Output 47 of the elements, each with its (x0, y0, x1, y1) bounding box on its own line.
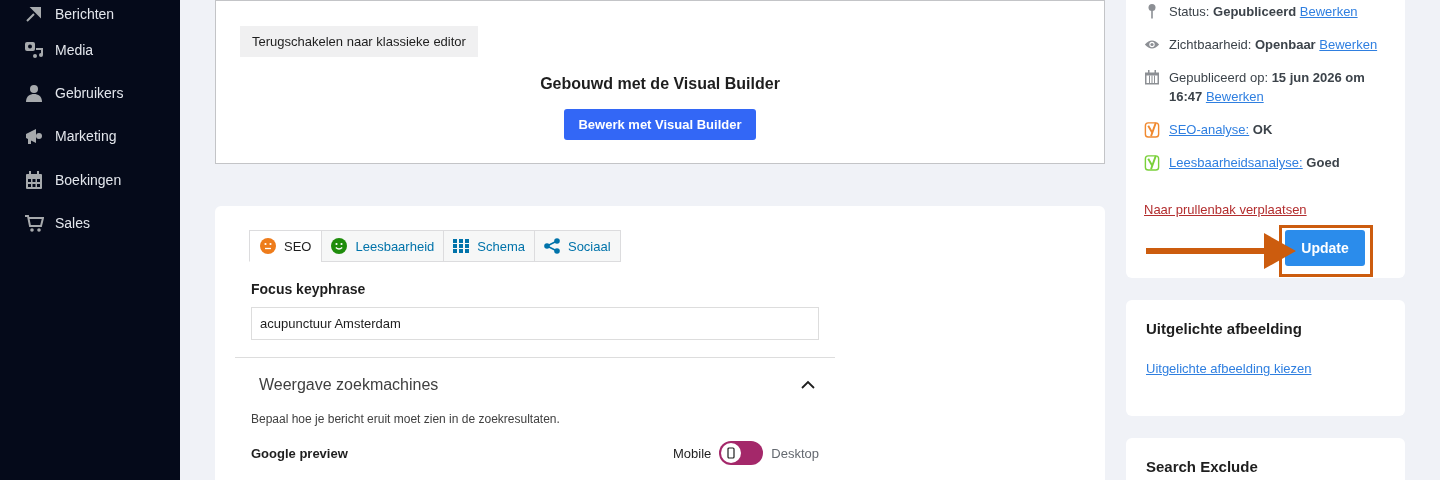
card-title: Uitgelichte afbeelding (1146, 320, 1303, 337)
analysis-link[interactable]: SEO-analyse: (1169, 122, 1250, 137)
phone-icon (727, 447, 736, 459)
edit-link[interactable]: Bewerken (1299, 4, 1358, 19)
analysis-link[interactable]: Leesbaarheidsanalyse: (1169, 155, 1303, 170)
sidebar-item[interactable]: Boekingen (0, 157, 180, 202)
tab[interactable]: SEO (249, 230, 323, 262)
menu-icon (24, 126, 44, 147)
menu-icon (24, 4, 44, 24)
mode-label: Desktop (771, 445, 819, 461)
menu-icon (24, 169, 44, 190)
edit-link[interactable]: Bewerken (1205, 89, 1264, 104)
trash-link[interactable]: Naar prullenbak verplaatsen (1144, 202, 1307, 217)
grid-icon (453, 238, 470, 254)
sidebar-item[interactable]: Marketing (0, 114, 180, 158)
mode-label: Mobile (673, 445, 712, 461)
edit-builder-button[interactable]: Bewerk met Visual Builder (564, 109, 756, 140)
section-description: Bepaal hoe je bericht eruit moet zien in de zoekresultaten. (251, 412, 561, 426)
tab[interactable]: Leesbaarheid (321, 230, 445, 262)
sidebar-item[interactable]: Media (0, 28, 180, 72)
preview-toggle[interactable] (719, 441, 764, 465)
menu-icon (24, 39, 44, 60)
calendar-icon (1144, 69, 1160, 86)
keyphrase-input[interactable]: acupunctuur Amsterdam (251, 307, 819, 340)
publish-info: Gepubliceerd op: 15 jun 2026 om 16:47 Bewerken (1169, 69, 1366, 106)
publish-info: Status: Gepubliceerd Bewerken (1169, 3, 1358, 21)
share-icon (543, 238, 560, 254)
publish-info: Zichtbaarheid: Openbaar Bewerken (1169, 36, 1378, 54)
menu-icon (24, 212, 44, 233)
sidebar-item[interactable]: Berichten (0, 0, 180, 28)
chevron-icon[interactable] (801, 380, 815, 390)
menu-icon (24, 82, 44, 103)
field-label: Focus keyphrase (251, 281, 367, 297)
switch-editor-button[interactable]: Terugschakelen naar klassieke editor (240, 26, 478, 57)
tab[interactable]: Sociaal (533, 230, 621, 262)
sidebar-item[interactable]: Sales (0, 201, 180, 245)
tab[interactable]: Schema (443, 230, 535, 262)
edit-link[interactable]: Bewerken (1319, 37, 1378, 52)
card-title: Search Exclude (1146, 458, 1259, 475)
builder-title: Gebouwd met de Visual Builder (540, 75, 780, 93)
choose-image-link[interactable]: Uitgelichte afbeelding kiezen (1146, 361, 1312, 376)
preview-label: Google preview (251, 445, 348, 461)
score-line: SEO-analyse: OK (1169, 121, 1273, 139)
sidebar-item[interactable]: Gebruikers (0, 71, 180, 115)
update-button[interactable]: Update (1285, 230, 1365, 266)
section-title: Weergave zoekmachines (259, 376, 439, 394)
score-line: Leesbaarheidsanalyse: Goed (1169, 154, 1340, 172)
